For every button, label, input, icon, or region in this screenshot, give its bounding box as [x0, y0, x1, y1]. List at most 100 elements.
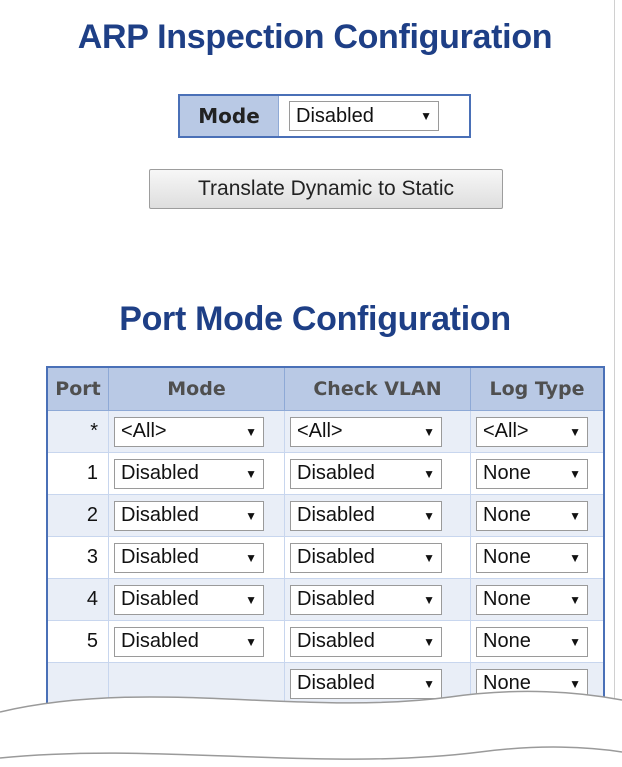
- chevron-down-icon: ▼: [569, 634, 581, 649]
- log-type-cell: None ▼: [470, 452, 605, 495]
- mode-select[interactable]: Disabled ▼: [114, 626, 264, 657]
- torn-edge: [0, 690, 622, 767]
- table-body: * <All> ▼ <All> ▼ <All> ▼ 1 Disabled ▼ Disabled ▼ No…: [46, 410, 605, 706]
- chevron-down-icon: ▼: [569, 466, 581, 481]
- check-vlan-cell: Disabled ▼: [284, 494, 471, 537]
- global-mode-select[interactable]: Disabled ▼: [289, 101, 439, 131]
- mode-select[interactable]: Disabled ▼: [114, 458, 264, 489]
- chevron-down-icon: ▼: [569, 550, 581, 565]
- check-vlan-value: <All>: [297, 420, 343, 442]
- table-row: 4 Disabled ▼ Disabled ▼ None ▼: [46, 578, 605, 621]
- check-vlan-select[interactable]: Disabled ▼: [290, 626, 442, 657]
- check-vlan-value: Disabled: [297, 546, 375, 568]
- header-log-type: Log Type: [470, 366, 605, 411]
- log-type-value: None: [483, 462, 531, 484]
- mode-value: Disabled: [121, 504, 199, 526]
- check-vlan-select[interactable]: Disabled ▼: [290, 500, 442, 531]
- mode-value: Disabled: [121, 630, 199, 652]
- check-vlan-select[interactable]: Disabled ▼: [290, 458, 442, 489]
- check-vlan-value: Disabled: [297, 504, 375, 526]
- section-title: Port Mode Configuration: [119, 300, 511, 338]
- check-vlan-value: Disabled: [297, 462, 375, 484]
- page-edge: [614, 0, 615, 700]
- log-type-select[interactable]: None ▼: [476, 626, 588, 657]
- chevron-down-icon: ▼: [423, 424, 435, 439]
- mode-cell: Disabled ▼: [108, 536, 285, 579]
- check-vlan-select[interactable]: Disabled ▼: [290, 542, 442, 573]
- check-vlan-cell: Disabled ▼: [284, 620, 471, 663]
- mode-select[interactable]: <All> ▼: [114, 416, 264, 447]
- log-type-value: None: [483, 504, 531, 526]
- mode-label: Mode: [180, 96, 279, 136]
- global-mode-value: Disabled: [296, 104, 374, 127]
- table-row: 5 Disabled ▼ Disabled ▼ None ▼: [46, 620, 605, 663]
- log-type-value: None: [483, 546, 531, 568]
- log-type-cell: None ▼: [470, 536, 605, 579]
- chevron-down-icon: ▼: [420, 109, 432, 123]
- port-mode-table: Port Mode Check VLAN Log Type * <All> ▼ <Al…: [46, 366, 605, 706]
- table-row: 3 Disabled ▼ Disabled ▼ None ▼: [46, 536, 605, 579]
- chevron-down-icon: ▼: [423, 592, 435, 607]
- mode-value: <All>: [121, 420, 167, 442]
- log-type-select[interactable]: <All> ▼: [476, 416, 588, 447]
- chevron-down-icon: ▼: [569, 424, 581, 439]
- translate-dynamic-to-static-button[interactable]: Translate Dynamic to Static: [149, 169, 503, 209]
- log-type-value: None: [483, 588, 531, 610]
- header-port: Port: [46, 366, 109, 411]
- log-type-value: <All>: [483, 420, 529, 442]
- mode-select[interactable]: Disabled ▼: [114, 542, 264, 573]
- mode-select[interactable]: Disabled ▼: [114, 584, 264, 615]
- chevron-down-icon: ▼: [245, 592, 257, 607]
- log-type-select[interactable]: None ▼: [476, 500, 588, 531]
- check-vlan-cell: Disabled ▼: [284, 578, 471, 621]
- chevron-down-icon: ▼: [423, 466, 435, 481]
- check-vlan-select[interactable]: <All> ▼: [290, 416, 442, 447]
- chevron-down-icon: ▼: [245, 550, 257, 565]
- log-type-cell: <All> ▼: [470, 410, 605, 453]
- mode-cell: Disabled ▼: [108, 452, 285, 495]
- mode-cell: Disabled ▼: [108, 494, 285, 537]
- log-type-select[interactable]: None ▼: [476, 542, 588, 573]
- port-cell: *: [46, 410, 109, 453]
- check-vlan-select[interactable]: Disabled ▼: [290, 584, 442, 615]
- chevron-down-icon: ▼: [245, 424, 257, 439]
- mode-cell: Disabled ▼: [108, 620, 285, 663]
- header-check-vlan: Check VLAN: [284, 366, 471, 411]
- log-type-select[interactable]: None ▼: [476, 458, 588, 489]
- log-type-cell: None ▼: [470, 578, 605, 621]
- table-header-row: Port Mode Check VLAN Log Type: [46, 366, 605, 411]
- log-type-select[interactable]: None ▼: [476, 584, 588, 615]
- mode-value: Disabled: [121, 546, 199, 568]
- mode-value: Disabled: [121, 462, 199, 484]
- chevron-down-icon: ▼: [423, 634, 435, 649]
- mode-cell: Disabled ▼: [108, 578, 285, 621]
- check-vlan-cell: Disabled ▼: [284, 536, 471, 579]
- chevron-down-icon: ▼: [569, 592, 581, 607]
- port-cell: 4: [46, 578, 109, 621]
- port-cell: 5: [46, 620, 109, 663]
- mode-select[interactable]: Disabled ▼: [114, 500, 264, 531]
- log-type-cell: None ▼: [470, 494, 605, 537]
- mode-value: Disabled: [121, 588, 199, 610]
- mode-cell: <All> ▼: [108, 410, 285, 453]
- chevron-down-icon: ▼: [423, 550, 435, 565]
- log-type-value: None: [483, 630, 531, 652]
- chevron-down-icon: ▼: [245, 508, 257, 523]
- chevron-down-icon: ▼: [245, 466, 257, 481]
- check-vlan-value: Disabled: [297, 588, 375, 610]
- port-cell: 1: [46, 452, 109, 495]
- port-cell: 3: [46, 536, 109, 579]
- check-vlan-cell: Disabled ▼: [284, 452, 471, 495]
- check-vlan-value: Disabled: [297, 630, 375, 652]
- port-cell: 2: [46, 494, 109, 537]
- header-mode: Mode: [108, 366, 285, 411]
- global-mode-box: Mode Disabled ▼: [178, 94, 471, 138]
- table-row: 1 Disabled ▼ Disabled ▼ None ▼: [46, 452, 605, 495]
- table-row: 2 Disabled ▼ Disabled ▼ None ▼: [46, 494, 605, 537]
- chevron-down-icon: ▼: [569, 508, 581, 523]
- page: ARP Inspection Configuration Mode Disabl…: [0, 0, 622, 767]
- log-type-cell: None ▼: [470, 620, 605, 663]
- chevron-down-icon: ▼: [245, 634, 257, 649]
- page-title: ARP Inspection Configuration: [77, 18, 553, 56]
- table-row: * <All> ▼ <All> ▼ <All> ▼: [46, 410, 605, 453]
